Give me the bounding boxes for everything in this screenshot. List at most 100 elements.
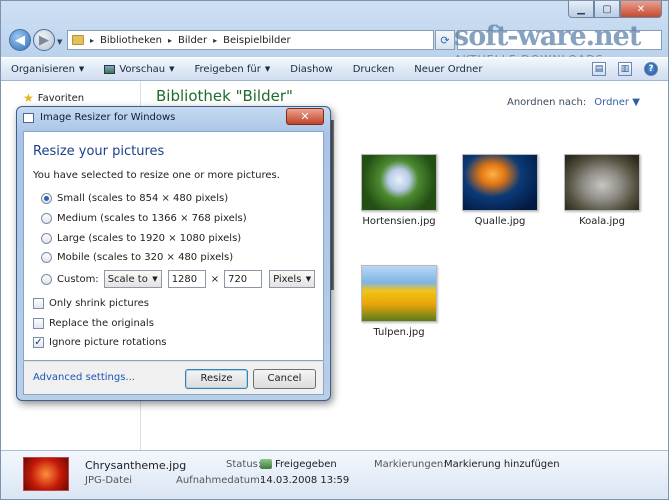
- file-thumbnail[interactable]: Hortensien.jpg: [360, 154, 438, 227]
- address-bar[interactable]: ▸ Bibliotheken ▸ Bilder ▸ Beispielbilder: [67, 30, 434, 50]
- radio-button[interactable]: [41, 252, 52, 263]
- jellyfish-image: [462, 154, 538, 211]
- help-icon[interactable]: ?: [644, 62, 658, 76]
- back-button[interactable]: ◀: [9, 29, 31, 51]
- print-label: Drucken: [352, 63, 395, 75]
- size-option-custom[interactable]: Custom: Scale to ▼ 1280 × 720 Pixels ▼: [41, 270, 316, 288]
- chevron-right-icon: ▸: [168, 35, 173, 45]
- file-thumbnail[interactable]: Koala.jpg: [563, 154, 641, 227]
- option-label: Only shrink pictures: [49, 298, 149, 309]
- slideshow-label: Diashow: [290, 63, 333, 75]
- image-resizer-dialog: Image Resizer for Windows ✕ Resize your …: [16, 106, 331, 401]
- share-label: Freigeben für: [194, 63, 261, 75]
- file-name: Tulpen.jpg: [373, 327, 425, 338]
- caret-down-icon: ▼: [169, 65, 175, 73]
- tags-value[interactable]: Markierung hinzufügen: [444, 459, 560, 470]
- breadcrumb-sample-pictures[interactable]: Beispielbilder: [223, 35, 291, 46]
- refresh-button[interactable]: ⟳: [435, 30, 455, 50]
- dialog-footer: Advanced settings... Resize Cancel: [23, 361, 324, 395]
- star-icon: ★: [23, 91, 34, 105]
- view-options-icon[interactable]: ▤: [592, 62, 606, 76]
- cancel-button[interactable]: Cancel: [253, 369, 316, 389]
- radio-button[interactable]: [41, 213, 52, 224]
- share-menu[interactable]: Freigeben für ▼: [195, 64, 271, 75]
- times-sign: ×: [210, 273, 220, 285]
- maximize-button[interactable]: ▢: [594, 1, 620, 18]
- chevron-right-icon: ▸: [90, 35, 95, 45]
- refresh-icon: ⟳: [440, 33, 450, 47]
- checkbox-checked[interactable]: ✓: [33, 337, 44, 348]
- picture-icon: [104, 64, 116, 74]
- minimize-button[interactable]: ▁: [568, 1, 594, 18]
- file-thumbnail[interactable]: Tulpen.jpg: [360, 265, 438, 338]
- file-name: Koala.jpg: [579, 216, 625, 227]
- preview-pane-icon[interactable]: ▥: [618, 62, 632, 76]
- print-button[interactable]: Drucken: [353, 64, 395, 75]
- size-option-large[interactable]: Large (scales to 1920 × 1080 pixels): [41, 233, 241, 244]
- custom-mode-value: Scale to: [107, 273, 148, 285]
- checkbox[interactable]: [33, 298, 44, 309]
- size-option-small[interactable]: Small (scales to 854 × 480 pixels): [41, 193, 228, 204]
- dialog-subtitle: You have selected to resize one or more …: [33, 170, 280, 181]
- date-value: 14.03.2008 13:59: [260, 475, 350, 486]
- background-image-strip: [331, 120, 334, 290]
- radio-button[interactable]: [41, 273, 52, 285]
- dialog-title-bar: Image Resizer for Windows: [23, 112, 175, 123]
- new-folder-button[interactable]: Neuer Ordner: [414, 64, 482, 75]
- status-label: Status:: [226, 459, 262, 470]
- custom-height-input[interactable]: 720: [224, 270, 263, 288]
- radio-button[interactable]: [41, 193, 52, 204]
- dialog-close-button[interactable]: ✕: [286, 108, 324, 125]
- checkbox[interactable]: [33, 318, 44, 329]
- selected-file-type: JPG-Datei: [85, 475, 133, 486]
- file-name: Qualle.jpg: [474, 216, 526, 227]
- breadcrumb-pictures[interactable]: Bilder: [178, 35, 207, 46]
- recent-pages-dropdown[interactable]: ▼: [57, 38, 62, 46]
- only-shrink-option[interactable]: Only shrink pictures: [33, 298, 149, 309]
- watermark-logo: soft-ware.net: [454, 21, 641, 52]
- ignore-rotation-option[interactable]: ✓ Ignore picture rotations: [33, 337, 167, 348]
- koala-image: [564, 154, 640, 211]
- arrange-dropdown[interactable]: Ordner ▼: [594, 97, 640, 108]
- arrange-by: Anordnen nach: Ordner ▼: [507, 97, 640, 108]
- size-option-mobile[interactable]: Mobile (scales to 320 × 480 pixels): [41, 252, 233, 263]
- app-icon: [23, 112, 34, 123]
- size-option-medium[interactable]: Medium (scales to 1366 × 768 pixels): [41, 213, 247, 224]
- status-value: Freigegeben: [260, 459, 337, 470]
- slideshow-button[interactable]: Diashow: [290, 64, 332, 75]
- custom-width-input[interactable]: 1280: [167, 270, 206, 288]
- chevron-right-icon: ▸: [213, 35, 218, 45]
- favorites-label: Favoriten: [37, 92, 85, 104]
- option-label: Medium (scales to 1366 × 768 pixels): [57, 213, 247, 224]
- window-controls: ▁ ▢ ✕: [568, 1, 662, 18]
- selected-file-name: Chrysantheme.jpg: [85, 459, 187, 472]
- option-label: Replace the originals: [49, 318, 154, 329]
- preview-label: Vorschau: [119, 63, 166, 75]
- favorites-item[interactable]: ★ Favoriten: [23, 91, 84, 105]
- caret-down-icon: ▼: [152, 275, 158, 283]
- file-thumbnail[interactable]: Qualle.jpg: [461, 154, 539, 227]
- arrange-value: Ordner: [594, 97, 630, 108]
- organize-menu[interactable]: Organisieren ▼: [11, 64, 84, 75]
- organize-label: Organisieren: [11, 63, 75, 75]
- resize-button[interactable]: Resize: [185, 369, 248, 389]
- caret-down-icon: ▼: [264, 65, 271, 73]
- details-pane: Chrysantheme.jpg JPG-Datei Status: Freig…: [1, 450, 668, 499]
- forward-button[interactable]: ▶: [33, 29, 55, 51]
- status-text: Freigegeben: [275, 459, 337, 470]
- library-title: Bibliothek "Bilder": [156, 87, 293, 105]
- close-button[interactable]: ✕: [620, 1, 662, 18]
- folder-icon: [72, 35, 84, 45]
- custom-unit-value: Pixels: [273, 273, 302, 285]
- preview-menu[interactable]: Vorschau ▼: [104, 63, 175, 75]
- hydrangea-image: [361, 154, 437, 211]
- new-folder-label: Neuer Ordner: [414, 63, 483, 75]
- custom-mode-select[interactable]: Scale to ▼: [103, 270, 162, 288]
- arrange-label: Anordnen nach:: [507, 97, 587, 108]
- custom-unit-select[interactable]: Pixels ▼: [269, 270, 316, 288]
- replace-originals-option[interactable]: Replace the originals: [33, 318, 154, 329]
- option-label: Small (scales to 854 × 480 pixels): [57, 193, 229, 204]
- breadcrumb-libraries[interactable]: Bibliotheken: [100, 35, 162, 46]
- radio-button[interactable]: [41, 233, 52, 244]
- advanced-settings-link[interactable]: Advanced settings...: [33, 372, 135, 383]
